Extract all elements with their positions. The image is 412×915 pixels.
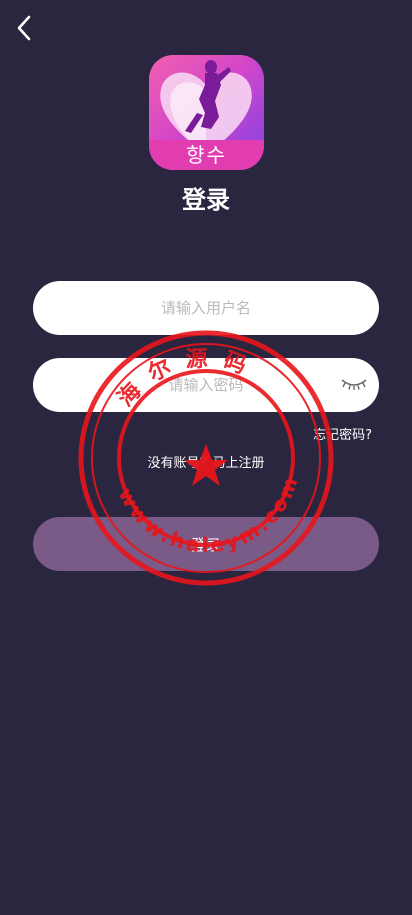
- back-button[interactable]: [12, 14, 36, 42]
- app-logo: 향수: [149, 55, 264, 170]
- eye-closed-icon: [341, 379, 367, 390]
- password-visibility-toggle[interactable]: [340, 374, 368, 394]
- page-title: 登录: [182, 186, 230, 214]
- register-link[interactable]: 没有账号？马上注册: [0, 452, 412, 471]
- password-input[interactable]: [33, 358, 379, 412]
- login-button[interactable]: 登录: [33, 517, 379, 571]
- chevron-left-icon: [17, 15, 31, 41]
- logo-text: 향수: [149, 140, 264, 170]
- username-input[interactable]: [33, 281, 379, 335]
- forgot-password-link[interactable]: 忘记密码?: [313, 424, 372, 443]
